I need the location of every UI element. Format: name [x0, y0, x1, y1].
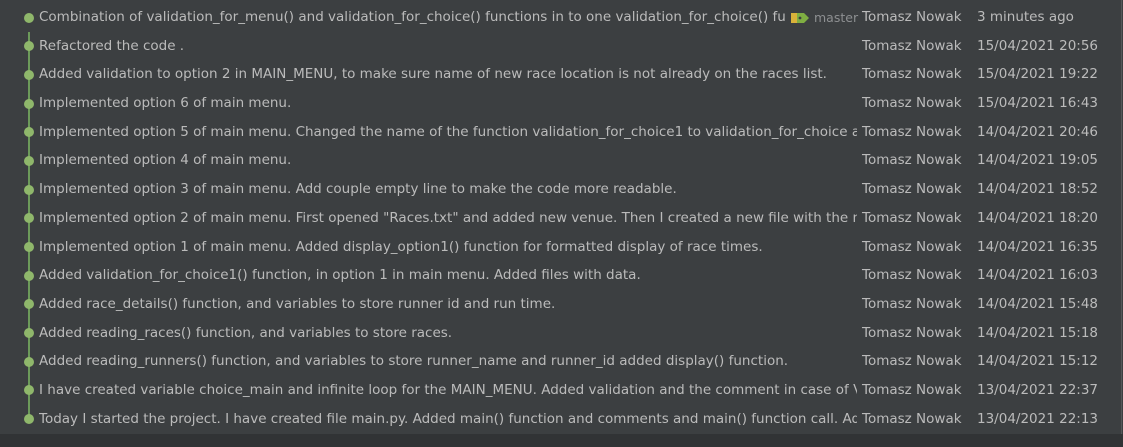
commit-row[interactable]: Implemented option 3 of main menu. Add c… [21, 175, 1121, 204]
commit-row[interactable]: Refactored the code . Tomasz Nowak 15/04/2… [21, 32, 1121, 61]
commit-date: 14/04/2021 20:46 [977, 123, 1099, 140]
commit-message: Implemented option 2 of main menu. First… [39, 209, 857, 226]
branch-name: master [814, 10, 859, 25]
commit-date: 14/04/2021 16:03 [977, 267, 1099, 284]
commit-message: Implemented option 1 of main menu. Added… [39, 238, 763, 255]
commit-message: Added race_details() function, and varia… [39, 295, 556, 312]
branch-tag-icon [791, 12, 809, 23]
commit-author: Tomasz Nowak [862, 181, 962, 198]
commit-author: Tomasz Nowak [862, 324, 962, 341]
commit-row[interactable]: Added validation_for_choice1() function,… [21, 261, 1121, 290]
commit-date: 14/04/2021 16:35 [977, 238, 1099, 255]
commit-node-icon [24, 155, 34, 166]
commit-row[interactable]: Implemented option 1 of main menu. Added… [21, 233, 1121, 262]
commit-author: Tomasz Nowak [862, 238, 962, 255]
commit-message: Implemented option 5 of main menu. Chang… [39, 123, 857, 140]
branch-ref-label: master [787, 8, 863, 27]
commit-message: I have created variable choice_main and … [39, 381, 857, 398]
commit-node-icon [24, 270, 34, 281]
commit-date: 14/04/2021 15:48 [977, 295, 1099, 312]
commit-message: Today I started the project. I have crea… [39, 410, 857, 427]
commit-node-icon [24, 328, 34, 339]
commit-author: Tomasz Nowak [862, 66, 962, 83]
commit-date: 14/04/2021 15:18 [977, 324, 1099, 341]
commit-author: Tomasz Nowak [862, 381, 962, 398]
commit-node-icon [24, 356, 34, 367]
commit-row[interactable]: Implemented option 2 of main menu. First… [21, 204, 1121, 233]
commit-author: Tomasz Nowak [862, 209, 962, 226]
commit-author: Tomasz Nowak [862, 9, 962, 25]
commit-date: 14/04/2021 19:05 [977, 152, 1099, 169]
commit-node-icon [24, 12, 34, 23]
commit-row[interactable]: I have created variable choice_main and … [21, 376, 1121, 405]
commit-author: Tomasz Nowak [862, 295, 962, 312]
commit-node-icon [24, 213, 34, 224]
commit-message: Implemented option 3 of main menu. Add c… [39, 181, 677, 198]
commit-date: 15/04/2021 19:22 [977, 66, 1099, 83]
commit-row[interactable]: Implemented option 5 of main menu. Chang… [21, 118, 1121, 147]
commit-node-icon [24, 299, 34, 310]
commit-date: 13/04/2021 22:37 [977, 381, 1099, 398]
commit-node-icon [24, 41, 34, 52]
commit-date: 15/04/2021 20:56 [977, 37, 1099, 54]
commit-date: 3 minutes ago [977, 9, 1074, 25]
commit-author: Tomasz Nowak [862, 152, 962, 169]
commit-row[interactable]: Implemented option 4 of main menu. Tomasz… [21, 146, 1121, 175]
commit-author: Tomasz Nowak [862, 353, 962, 370]
commit-node-icon [24, 127, 34, 138]
commit-message: Added validation to option 2 in MAIN_MEN… [39, 66, 827, 83]
commit-row[interactable]: Added reading_races() function, and vari… [21, 319, 1121, 348]
commit-row[interactable]: Today I started the project. I have crea… [21, 405, 1121, 434]
commit-date: 15/04/2021 16:43 [977, 95, 1099, 112]
commit-date: 14/04/2021 18:20 [977, 209, 1099, 226]
commit-message: Added reading_races() function, and vari… [39, 324, 453, 341]
commit-date: 14/04/2021 15:12 [977, 353, 1099, 370]
commit-row[interactable]: Added validation to option 2 in MAIN_MEN… [21, 60, 1121, 89]
commit-node-icon [24, 98, 34, 109]
commit-message: Implemented option 6 of main menu. [39, 95, 292, 112]
commit-date: 14/04/2021 18:52 [977, 181, 1099, 198]
commit-node-icon [24, 69, 34, 80]
commit-author: Tomasz Nowak [862, 410, 962, 427]
bottom-strip [0, 434, 1123, 447]
commit-author: Tomasz Nowak [862, 37, 962, 54]
commit-author: Tomasz Nowak [862, 95, 962, 112]
commit-message: Refactored the code . [39, 37, 185, 54]
commit-message: Added reading_runners() function, and va… [39, 353, 789, 370]
commit-author: Tomasz Nowak [862, 267, 962, 284]
commit-node-icon [24, 242, 34, 252]
commit-row[interactable]: Implemented option 6 of main menu. Tomasz… [21, 89, 1121, 118]
commit-list: Combination of validation_for_menu() and… [21, 3, 1121, 433]
commit-message: Added validation_for_choice1() function,… [39, 267, 641, 284]
commit-node-icon [24, 184, 34, 195]
commit-message: Combination of validation_for_menu() and… [39, 9, 828, 25]
commit-author: Tomasz Nowak [862, 123, 962, 140]
commit-message: Implemented option 4 of main menu. [39, 152, 292, 169]
commit-row[interactable]: Combination of validation_for_menu() and… [21, 3, 1121, 32]
left-gutter [0, 0, 21, 447]
commit-row[interactable]: Added reading_runners() function, and va… [21, 347, 1121, 376]
commit-row[interactable]: Added race_details() function, and varia… [21, 290, 1121, 319]
commit-node-icon [24, 414, 34, 425]
commit-date: 13/04/2021 22:13 [977, 410, 1099, 427]
commit-node-icon [24, 385, 34, 396]
